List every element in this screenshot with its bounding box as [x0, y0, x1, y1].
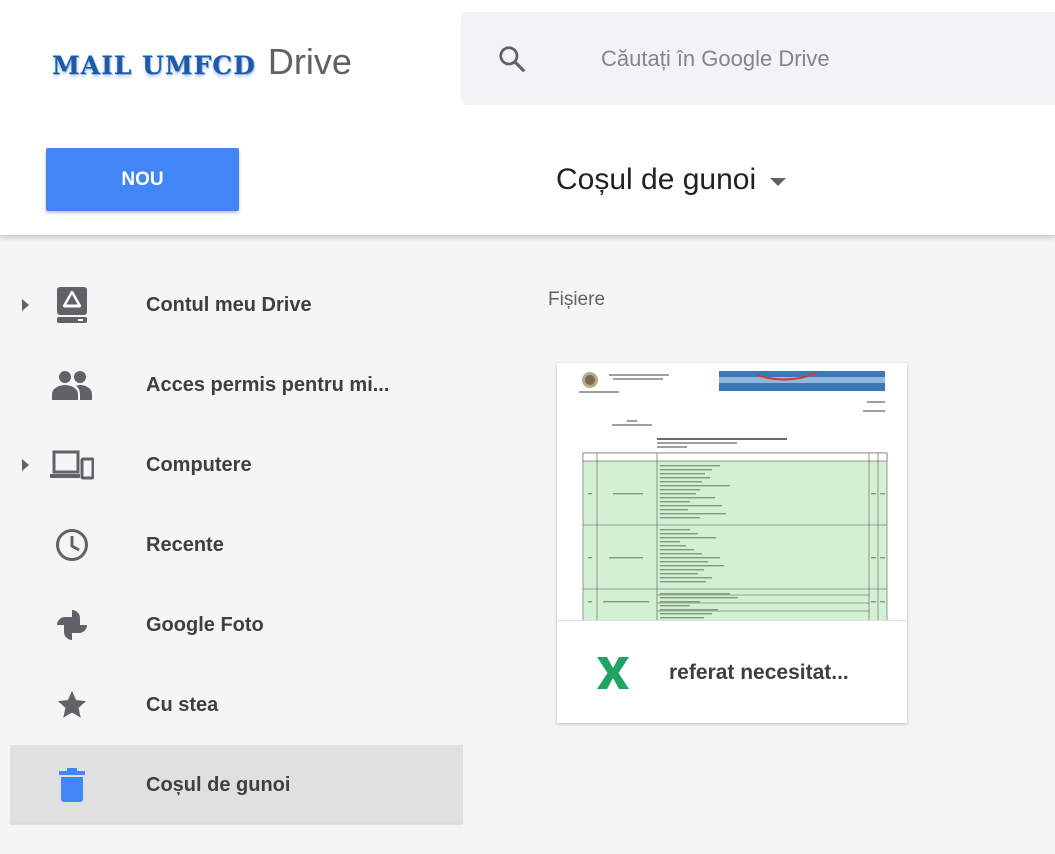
main-content: Fișiere referat necesitat... — [478, 235, 1055, 854]
sidebar-item-recent[interactable]: Recente — [10, 505, 463, 585]
expand-arrow-icon[interactable] — [22, 299, 29, 311]
sidebar-item-starred[interactable]: Cu stea — [10, 665, 463, 745]
file-thumbnail — [557, 363, 907, 621]
clock-icon — [50, 523, 94, 567]
sidebar-item-google-photos[interactable]: Google Foto — [10, 585, 463, 665]
page-title: Coșul de gunoi — [556, 163, 757, 196]
logo[interactable]: MAIL UMFCD Drive — [52, 41, 352, 82]
computers-icon — [50, 443, 94, 487]
sidebar: Contul meu Drive Acces permis pentru mi.… — [0, 235, 478, 854]
sidebar-item-label: Google Foto — [146, 613, 264, 636]
app-name: Drive — [267, 41, 352, 82]
sidebar-item-label: Coșul de gunoi — [146, 773, 291, 796]
search-bar[interactable] — [461, 12, 1055, 105]
section-label-files: Fișiere — [548, 289, 606, 310]
top-header: MAIL UMFCD Drive NOU Coșul de gunoi — [0, 0, 1055, 235]
pinwheel-icon — [50, 603, 94, 647]
new-button[interactable]: NOU — [46, 148, 239, 211]
sidebar-item-trash[interactable]: Coșul de gunoi — [10, 745, 463, 825]
sidebar-item-label: Acces permis pentru mi... — [146, 373, 390, 396]
sidebar-item-label: Recente — [146, 533, 224, 556]
shared-people-icon — [50, 363, 94, 407]
page-title-dropdown[interactable]: Coșul de gunoi — [556, 163, 787, 197]
excel-icon — [597, 657, 629, 689]
search-input[interactable] — [601, 40, 1055, 78]
sidebar-item-label: Computere — [146, 453, 252, 476]
file-card[interactable]: referat necesitat... — [557, 363, 907, 723]
sidebar-item-label: Cu stea — [146, 693, 219, 716]
sidebar-item-shared[interactable]: Acces permis pentru mi... — [10, 345, 463, 425]
caret-down-icon — [770, 178, 787, 186]
search-icon[interactable] — [497, 44, 527, 74]
star-icon — [50, 683, 94, 727]
file-card-footer: referat necesitat... — [557, 621, 907, 723]
sidebar-divider — [10, 823, 463, 824]
file-name: referat necesitat... — [669, 661, 849, 684]
my-drive-icon — [50, 283, 94, 327]
sidebar-item-label: Contul meu Drive — [146, 293, 312, 316]
expand-arrow-icon[interactable] — [22, 459, 29, 471]
trash-icon — [50, 763, 94, 807]
sidebar-item-my-drive[interactable]: Contul meu Drive — [10, 265, 463, 345]
sidebar-item-computers[interactable]: Computere — [10, 425, 463, 505]
logo-text: MAIL UMFCD — [52, 51, 256, 80]
